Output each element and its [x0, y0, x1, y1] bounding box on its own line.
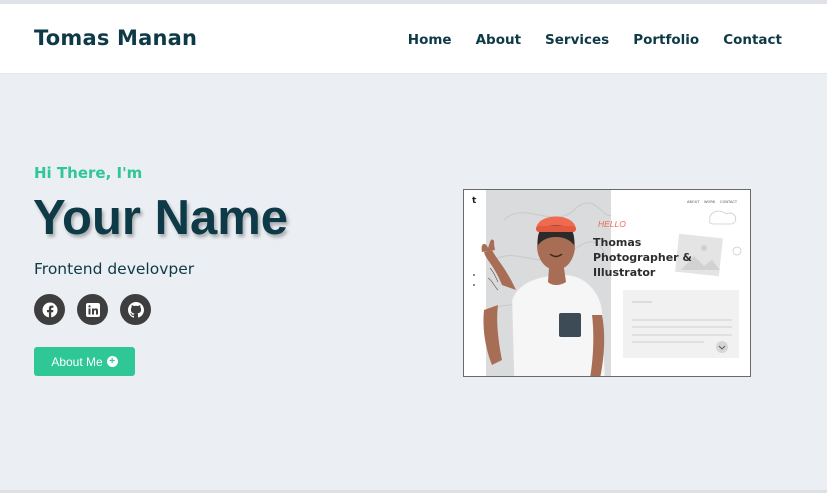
- nav-about[interactable]: About: [476, 32, 521, 48]
- github-icon: [127, 301, 144, 318]
- linkedin-icon: [85, 302, 100, 317]
- illustration-menu-contact: CONTACT: [720, 200, 738, 204]
- illustration-logo: t: [472, 196, 477, 206]
- about-me-label: About Me: [51, 354, 103, 369]
- hero-illustration: t ABOUT WORK CONTACT HELLO Thomas Photog…: [463, 189, 751, 377]
- illustration-hello: HELLO: [598, 219, 626, 229]
- about-me-button[interactable]: About Me +: [34, 347, 135, 376]
- nav-services[interactable]: Services: [545, 32, 609, 48]
- nav-contact[interactable]: Contact: [723, 32, 782, 48]
- github-link[interactable]: [120, 294, 151, 325]
- linkedin-link[interactable]: [77, 294, 108, 325]
- nav-portfolio[interactable]: Portfolio: [633, 32, 699, 48]
- main-nav: Home About Services Portfolio Contact: [408, 32, 782, 48]
- facebook-icon: [42, 302, 57, 318]
- nav-home[interactable]: Home: [408, 32, 452, 48]
- facebook-link[interactable]: [34, 294, 65, 325]
- hero-name: Your Name: [33, 191, 289, 245]
- illustration-title-1: Thomas: [593, 236, 642, 249]
- plus-circle-icon: +: [106, 356, 118, 367]
- illustration-menu-about: ABOUT: [687, 200, 700, 204]
- navbar: Tomas Manan Home About Services Portfoli…: [0, 4, 827, 74]
- illustration-title-3: Illustrator: [593, 266, 656, 279]
- illustration-title-2: Photographer &: [593, 251, 692, 264]
- social-links: [34, 294, 151, 325]
- illustration-menu-work: WORK: [704, 200, 716, 204]
- hero-greeting: Hi There, I'm: [34, 164, 143, 182]
- brand-logo[interactable]: Tomas Manan: [34, 26, 197, 50]
- illustration-artwork: t ABOUT WORK CONTACT HELLO Thomas Photog…: [464, 190, 742, 376]
- hero-role: Frontend develovper: [34, 260, 195, 278]
